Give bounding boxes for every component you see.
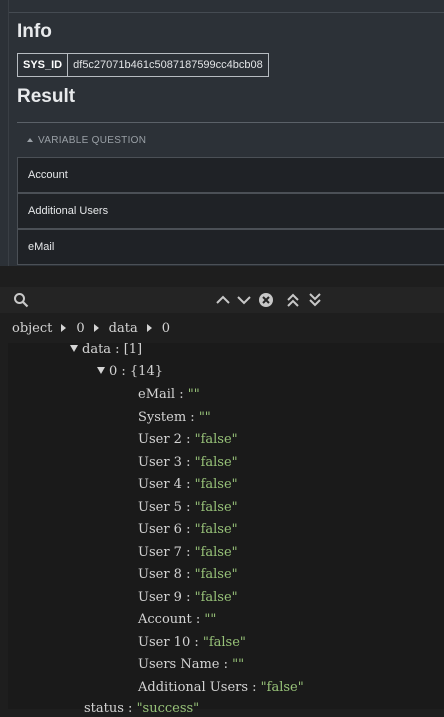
breadcrumb-item[interactable]: 0 — [162, 321, 170, 336]
tree-field-value: "false" — [202, 634, 246, 650]
tree-node-label: data : [1] — [82, 342, 143, 357]
variable-row-label: eMail — [28, 241, 55, 253]
variable-question-toggle[interactable]: VARIABLE QUESTION — [17, 123, 444, 157]
breadcrumb: object 0 data 0 — [0, 313, 444, 343]
tree-field-row[interactable]: User 5 : "false" — [138, 500, 238, 516]
tree-field-key: User 9 : — [138, 589, 195, 605]
variable-row-additional-users[interactable]: Additional Users — [17, 193, 444, 229]
breadcrumb-item[interactable]: data — [109, 321, 138, 336]
tree-field-row[interactable]: Additional Users : "false" — [138, 680, 304, 696]
tree-node-label: 0 : {14} — [109, 364, 163, 379]
tree-field-key: User 3 : — [138, 454, 195, 470]
breadcrumb-item[interactable]: 0 — [76, 321, 84, 336]
json-viewer-toolbar — [0, 287, 444, 313]
tree-field-key: Users Name : — [138, 657, 233, 672]
tree-field-key: User 5 : — [138, 499, 195, 515]
expand-triangle-icon[interactable] — [70, 345, 78, 352]
tree-field-row[interactable]: eMail : "" — [138, 387, 200, 403]
tree-field-key: User 2 : — [138, 432, 195, 447]
expand-all-icon[interactable] — [307, 292, 323, 308]
tree-field-value: "" — [204, 612, 217, 627]
collapse-all-icon[interactable] — [285, 292, 301, 308]
sys-id-field: SYS_ID df5c27071b461c5087187599cc4bcb08 — [17, 53, 269, 77]
tree-field-value: "false" — [194, 432, 238, 447]
breadcrumb-item[interactable]: object — [12, 321, 52, 336]
tree-field-row[interactable]: User 2 : "false" — [138, 432, 238, 448]
tree-field-value: "false" — [194, 454, 238, 470]
tree-field-row[interactable]: User 4 : "false" — [138, 477, 238, 493]
tree-field-row[interactable]: User 10 : "false" — [138, 635, 246, 651]
variable-row-label: Additional Users — [28, 205, 109, 217]
tree-field-value: "false" — [194, 567, 238, 582]
tree-field-row[interactable]: User 7 : "false" — [138, 545, 238, 561]
tree-field-value: "" — [198, 409, 211, 425]
tree-field-key: User 7 : — [138, 544, 195, 560]
expand-triangle-icon[interactable] — [97, 367, 105, 374]
tree-field-value: "false" — [194, 544, 238, 560]
divider — [8, 0, 9, 266]
tree-field-key: User 10 : — [138, 634, 203, 650]
info-heading: Info — [17, 21, 52, 42]
tree-field-value: "false" — [194, 522, 238, 537]
tree-field-value: "false" — [260, 679, 304, 695]
chevron-up-icon[interactable] — [215, 292, 231, 308]
clear-icon[interactable] — [258, 292, 274, 308]
tree-field-value: "false" — [194, 589, 238, 605]
tree-field-row[interactable]: User 6 : "false" — [138, 522, 238, 538]
record-panel: Info SYS_ID df5c27071b461c5087187599cc4b… — [0, 0, 444, 266]
divider — [8, 12, 444, 13]
tree-field-row[interactable]: User 9 : "false" — [138, 590, 238, 606]
tree-node-data[interactable]: data : [1] — [70, 342, 142, 358]
variable-row-label: Account — [28, 169, 68, 181]
tree-node-item[interactable]: 0 : {14} — [97, 364, 163, 380]
tree-field-value: "false" — [194, 499, 238, 515]
sys-id-value[interactable]: df5c27071b461c5087187599cc4bcb08 — [68, 54, 268, 76]
tree-field-value: "" — [232, 657, 245, 672]
chevron-down-icon[interactable] — [236, 292, 252, 308]
tree-field-key: Additional Users : — [138, 679, 261, 695]
tree-field-row[interactable]: Users Name : "" — [138, 657, 244, 673]
caret-right-icon — [146, 324, 152, 332]
tree-field-key: eMail : — [138, 387, 188, 402]
caret-up-icon — [27, 138, 33, 142]
caret-right-icon — [61, 324, 67, 332]
tree-field-key: User 4 : — [138, 477, 195, 492]
variable-row-email[interactable]: eMail — [17, 229, 444, 265]
tree-field-value: "" — [187, 387, 200, 402]
search-icon[interactable] — [13, 292, 29, 308]
tree-field-key: User 8 : — [138, 567, 195, 582]
variable-row-account[interactable]: Account — [17, 157, 444, 193]
tree-field-key: System : — [138, 409, 199, 425]
tree-field-key: Account : — [138, 612, 205, 627]
tree-field-row[interactable]: System : "" — [138, 410, 211, 426]
sys-id-label: SYS_ID — [18, 54, 69, 76]
tree-field-key: User 6 : — [138, 522, 195, 537]
json-tree: data : [1] 0 : {14} eMail : "" System : "… — [8, 342, 444, 716]
variable-question-title: VARIABLE QUESTION — [38, 134, 147, 146]
tree-field-row[interactable]: User 3 : "false" — [138, 455, 238, 471]
spacer — [0, 266, 444, 287]
tree-field-row[interactable]: User 8 : "false" — [138, 567, 238, 583]
tree-field-status[interactable]: status : "success" — [84, 701, 199, 717]
tree-field-value: "false" — [194, 477, 238, 492]
result-heading: Result — [17, 86, 76, 107]
tree-field-row[interactable]: Account : "" — [138, 612, 216, 628]
caret-right-icon — [93, 324, 99, 332]
